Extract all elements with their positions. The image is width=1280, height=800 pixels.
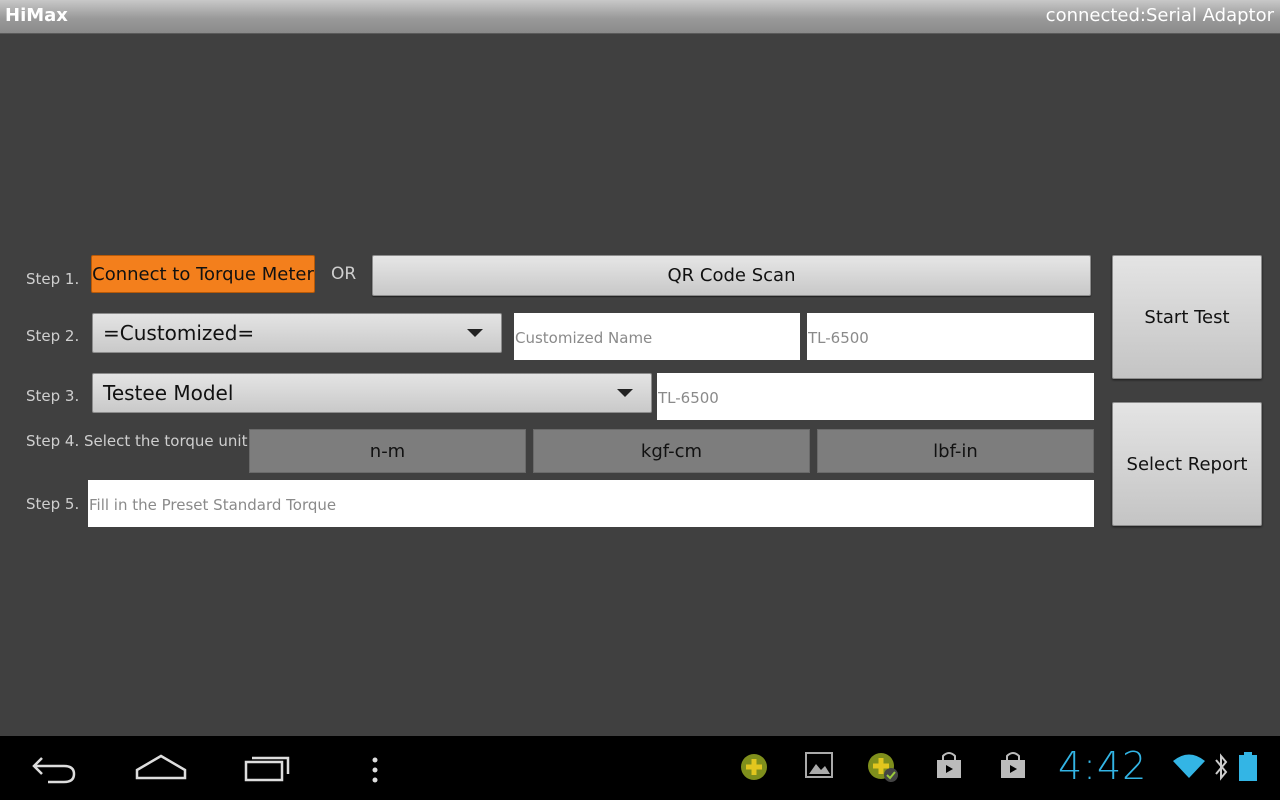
recent-apps-icon[interactable] (244, 750, 294, 786)
dropdown-arrow-icon (467, 329, 483, 337)
select-report-button[interactable]: Select Report (1112, 402, 1262, 526)
testee-model-input[interactable] (657, 373, 1094, 420)
back-icon[interactable] (30, 750, 78, 786)
dropdown-arrow-icon (617, 389, 633, 397)
app-name: HiMax (5, 5, 68, 26)
wifi-icon (1173, 754, 1205, 778)
app-icon[interactable] (738, 750, 770, 782)
connect-torque-meter-button[interactable]: Connect to Torque Meter (91, 255, 315, 293)
testee-model-select-value: Testee Model (103, 381, 234, 405)
app-update-icon[interactable] (866, 750, 900, 784)
customized-select-value: =Customized= (103, 321, 255, 345)
customized-model-input[interactable] (807, 313, 1094, 360)
start-test-button[interactable]: Start Test (1112, 255, 1262, 379)
customized-name-input[interactable] (514, 313, 800, 360)
customized-select[interactable]: =Customized= (92, 313, 502, 353)
store-bag-icon[interactable] (934, 750, 964, 780)
clock: 4:42 (1058, 744, 1148, 788)
store-bag-icon[interactable] (998, 750, 1028, 780)
title-bar: HiMax connected:Serial Adaptor (0, 0, 1280, 34)
step3-label: Step 3. (26, 387, 80, 405)
unit-lbfin-button[interactable]: lbf-in (817, 429, 1094, 473)
or-label: OR (331, 264, 357, 284)
battery-icon (1239, 752, 1257, 781)
qr-code-scan-button[interactable]: QR Code Scan (372, 255, 1091, 296)
unit-kgfcm-button[interactable]: kgf-cm (533, 429, 810, 473)
step2-label: Step 2. (26, 327, 80, 345)
testee-model-select[interactable]: Testee Model (92, 373, 652, 413)
menu-icon[interactable] (368, 750, 382, 786)
home-icon[interactable] (134, 750, 188, 786)
gallery-icon[interactable] (804, 750, 834, 780)
connection-status: connected:Serial Adaptor (1045, 5, 1274, 26)
step4-label: Step 4. Select the torque unit (26, 432, 248, 450)
unit-nm-button[interactable]: n-m (249, 429, 526, 473)
step5-label: Step 5. (26, 495, 80, 513)
step1-label: Step 1. (26, 270, 80, 288)
preset-torque-input[interactable] (88, 480, 1094, 527)
bluetooth-icon (1215, 753, 1228, 781)
